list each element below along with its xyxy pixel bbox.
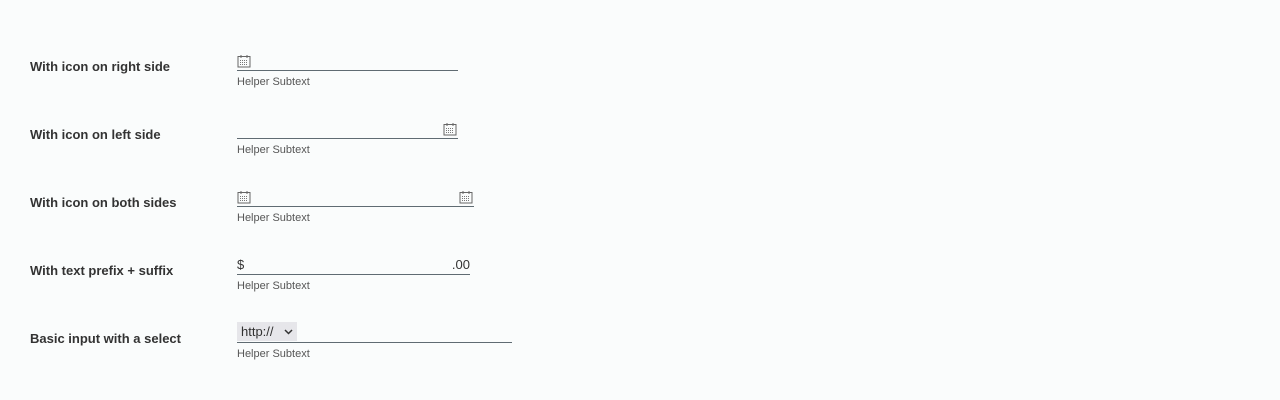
date-input[interactable] (251, 51, 458, 70)
form-row-prefix-suffix: With text prefix + suffix $ .00 Helper S… (0, 255, 1280, 331)
prefix-text: $ (237, 257, 245, 272)
protocol-select-value: http:// (241, 324, 274, 339)
helper-text: Helper Subtext (237, 348, 310, 360)
helper-text: Helper Subtext (237, 144, 310, 156)
form-row-icon-left: With icon on left side Helper Subtext (0, 119, 1280, 195)
suffix-text: .00 (451, 257, 470, 272)
field-label: With text prefix + suffix (30, 263, 174, 278)
field-label: With icon on left side (30, 127, 161, 142)
amount-input[interactable] (244, 255, 452, 274)
date-input-field[interactable] (237, 119, 458, 139)
date-input[interactable] (237, 119, 443, 138)
field-label: Basic input with a select (30, 331, 181, 346)
url-input[interactable] (296, 323, 512, 342)
helper-text: Helper Subtext (237, 76, 310, 88)
helper-text: Helper Subtext (237, 212, 310, 224)
calendar-icon[interactable] (459, 190, 473, 204)
date-input-field[interactable] (237, 51, 458, 71)
helper-text: Helper Subtext (237, 280, 310, 292)
calendar-icon[interactable] (443, 122, 457, 136)
calendar-icon[interactable] (237, 54, 251, 68)
field-label: With icon on right side (30, 59, 170, 74)
form-row-icon-both: With icon on both sides Helper Subtext (0, 187, 1280, 263)
date-input-field[interactable] (237, 187, 474, 207)
amount-input-field[interactable]: $ .00 (237, 255, 470, 275)
calendar-icon[interactable] (237, 190, 251, 204)
form-row-select: Basic input with a select http:// Helper… (0, 322, 1280, 399)
protocol-select[interactable]: http:// (237, 322, 297, 341)
form-row-icon-right: With icon on right side Helper Subtext (0, 51, 1280, 127)
field-label: With icon on both sides (30, 195, 177, 210)
chevron-down-icon (284, 328, 293, 335)
url-input-field[interactable]: http:// (237, 322, 512, 343)
date-input[interactable] (251, 187, 459, 206)
